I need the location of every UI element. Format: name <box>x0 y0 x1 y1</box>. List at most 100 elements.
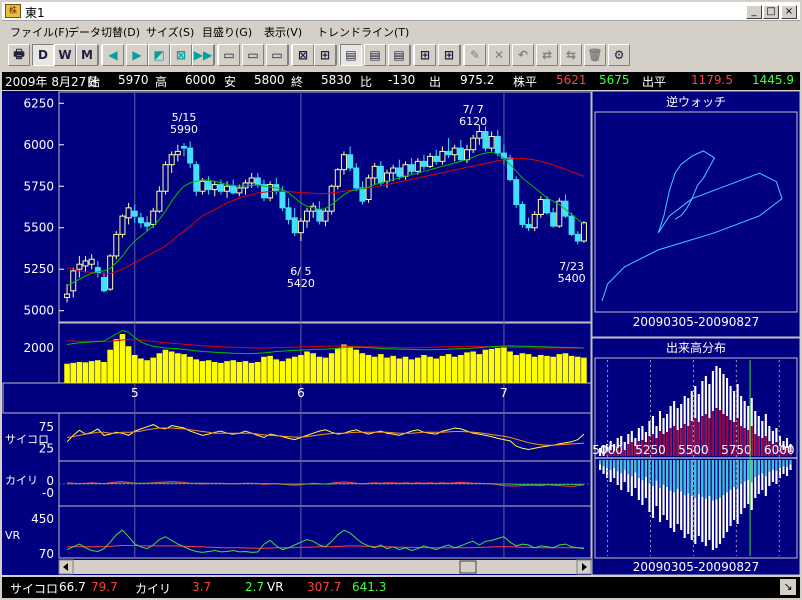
volume-bar <box>501 347 507 383</box>
volume-profile-down-highlight-bar <box>630 460 633 477</box>
toolbar-weekly-button[interactable]: W <box>54 44 76 66</box>
menu-size[interactable]: サイズ(S) <box>146 24 194 40</box>
minimize-button[interactable]: _ <box>746 5 762 19</box>
layout-3-icon: ▤ <box>393 48 405 62</box>
status-psy-value-1: 66.7 <box>59 580 86 594</box>
volume-bar <box>316 356 323 383</box>
toolbar-shrink-button[interactable]: ◩ <box>148 44 170 66</box>
annotation-value-label: 5420 <box>287 277 315 290</box>
volume-bar <box>150 357 157 383</box>
menu-trendline[interactable]: トレンドライン(T) <box>317 24 409 40</box>
toolbar-window-2-button[interactable]: ▭ <box>242 44 264 66</box>
price-y-tick-label: 5500 <box>23 221 54 235</box>
resize-grip-icon[interactable]: ↘ <box>780 579 796 595</box>
scroll-left-icon: ◀ <box>108 48 118 62</box>
candle-body <box>144 222 151 227</box>
toolbar-undo-button[interactable]: ↶ <box>512 44 534 66</box>
counter-clockwise-title: 逆ウォッチ <box>666 94 726 109</box>
volume-bar <box>341 344 347 383</box>
toolbar-layout-3-button[interactable]: ▤ <box>388 44 410 66</box>
counter-clockwise-panel <box>591 90 801 338</box>
window-1-icon: ▭ <box>223 48 235 62</box>
candle-body <box>519 204 526 225</box>
menu-data-switch[interactable]: データ切替(D) <box>68 24 140 40</box>
volume-profile-down-highlight-bar <box>680 460 683 492</box>
volume-bar <box>70 362 77 383</box>
horizontal-scrollbar[interactable] <box>59 560 591 574</box>
volume-profile-down-highlight-bar <box>623 460 626 470</box>
toolbar-window-1-button[interactable]: ▭ <box>218 44 240 66</box>
candle-body <box>568 215 575 235</box>
volume-bar <box>76 362 83 383</box>
volume-bar <box>488 348 495 383</box>
volume-profile-down-highlight-bar <box>729 460 732 490</box>
volume-bar <box>181 354 187 383</box>
candle-body <box>137 217 144 224</box>
candle-body <box>359 187 366 202</box>
volume-profile-down-highlight-bar <box>771 460 774 470</box>
candle-body <box>544 199 551 214</box>
menu-file[interactable]: ファイル(F) <box>10 24 69 40</box>
vr-y-tick-label: 70 <box>39 547 54 561</box>
toolbar-copy-line-button[interactable]: ⇄ <box>536 44 558 66</box>
volume-profile-down-highlight-bar <box>683 460 686 496</box>
volume-bar <box>507 351 513 383</box>
candlestick-series <box>64 124 587 303</box>
toolbar-grid-2-button[interactable]: ⊞ <box>438 44 460 66</box>
volume-bar <box>236 362 243 383</box>
window-title: 東1 <box>25 6 45 20</box>
toolbar-fast-forward-button[interactable]: ▶▶ <box>192 44 214 66</box>
candle-body <box>371 165 378 179</box>
candle-body <box>162 164 169 192</box>
toolbar-daily-button[interactable]: D <box>32 44 54 66</box>
candle-body <box>550 212 557 227</box>
toolbar-pen-button[interactable]: ✎ <box>464 44 486 66</box>
candle-body <box>316 208 323 222</box>
menu-view[interactable]: 表示(V) <box>264 24 302 40</box>
toolbar-layout-2-button[interactable]: ▤ <box>364 44 386 66</box>
change-label: 比 <box>360 75 373 89</box>
toolbar-settings-button[interactable]: ⚙ <box>608 44 630 66</box>
chart-area: 6250 6000 5750 5500 5250 5000 5/15 5990 6/ 5 542… <box>2 90 801 576</box>
candle-body <box>279 190 286 209</box>
maximize-button[interactable]: □ <box>763 5 779 19</box>
candle-body <box>488 135 495 149</box>
candle-body <box>507 157 514 181</box>
candle-body <box>476 131 483 139</box>
toolbar-eraser-button[interactable]: ✕ <box>488 44 510 66</box>
toolbar-scroll-left-button[interactable]: ◀ <box>102 44 124 66</box>
volume-bar <box>285 358 292 383</box>
toolbar-chart-split-button[interactable]: ⊞ <box>314 44 336 66</box>
volume-profile-down-highlight-bar <box>740 460 743 485</box>
vr-lines: VR 450 70 <box>5 512 584 561</box>
toolbar-grid-1-button[interactable]: ⊞ <box>414 44 436 66</box>
candle-body <box>211 184 218 191</box>
status-kairi-label: カイリ <box>135 582 172 596</box>
toolbar-expand-button[interactable]: ⊠ <box>170 44 192 66</box>
volume-bar <box>211 362 218 383</box>
psychological-y-tick-label: 75 <box>39 420 54 434</box>
toolbar-print-button[interactable]: 🖶 <box>8 44 30 66</box>
toolbar-window-3-button[interactable]: ▭ <box>266 44 288 66</box>
candle-body <box>396 167 403 177</box>
open-value: 5970 <box>118 73 149 87</box>
volume-profile-highlight-bar <box>630 442 633 456</box>
volume-profile-down-highlight-bar <box>711 460 714 501</box>
pen-icon: ✎ <box>469 48 481 62</box>
volume-profile-down-highlight-bar <box>722 460 725 496</box>
candle-body <box>297 220 304 234</box>
volume-profile-down-highlight-bar <box>757 460 760 476</box>
toolbar-trash-button[interactable]: 🗑 <box>584 44 606 66</box>
volume-profile-down-highlight-bar <box>754 460 757 478</box>
toolbar-monthly-button[interactable]: M <box>76 44 98 66</box>
toolbar-scroll-right-button[interactable]: ▶ <box>126 44 148 66</box>
toolbar-chart-x-button[interactable]: ⊠ <box>292 44 314 66</box>
scroll-thumb[interactable] <box>459 560 477 574</box>
toolbar-layout-1-button[interactable]: ▤ <box>340 44 362 66</box>
volume-profile-down-highlight-bar <box>655 460 658 481</box>
toolbar-paste-line-button[interactable]: ⇆ <box>560 44 582 66</box>
expand-icon: ⊠ <box>175 48 187 62</box>
candle-body <box>537 199 544 215</box>
close-button[interactable]: × <box>781 5 797 19</box>
menu-scale[interactable]: 目盛り(G) <box>202 24 252 40</box>
